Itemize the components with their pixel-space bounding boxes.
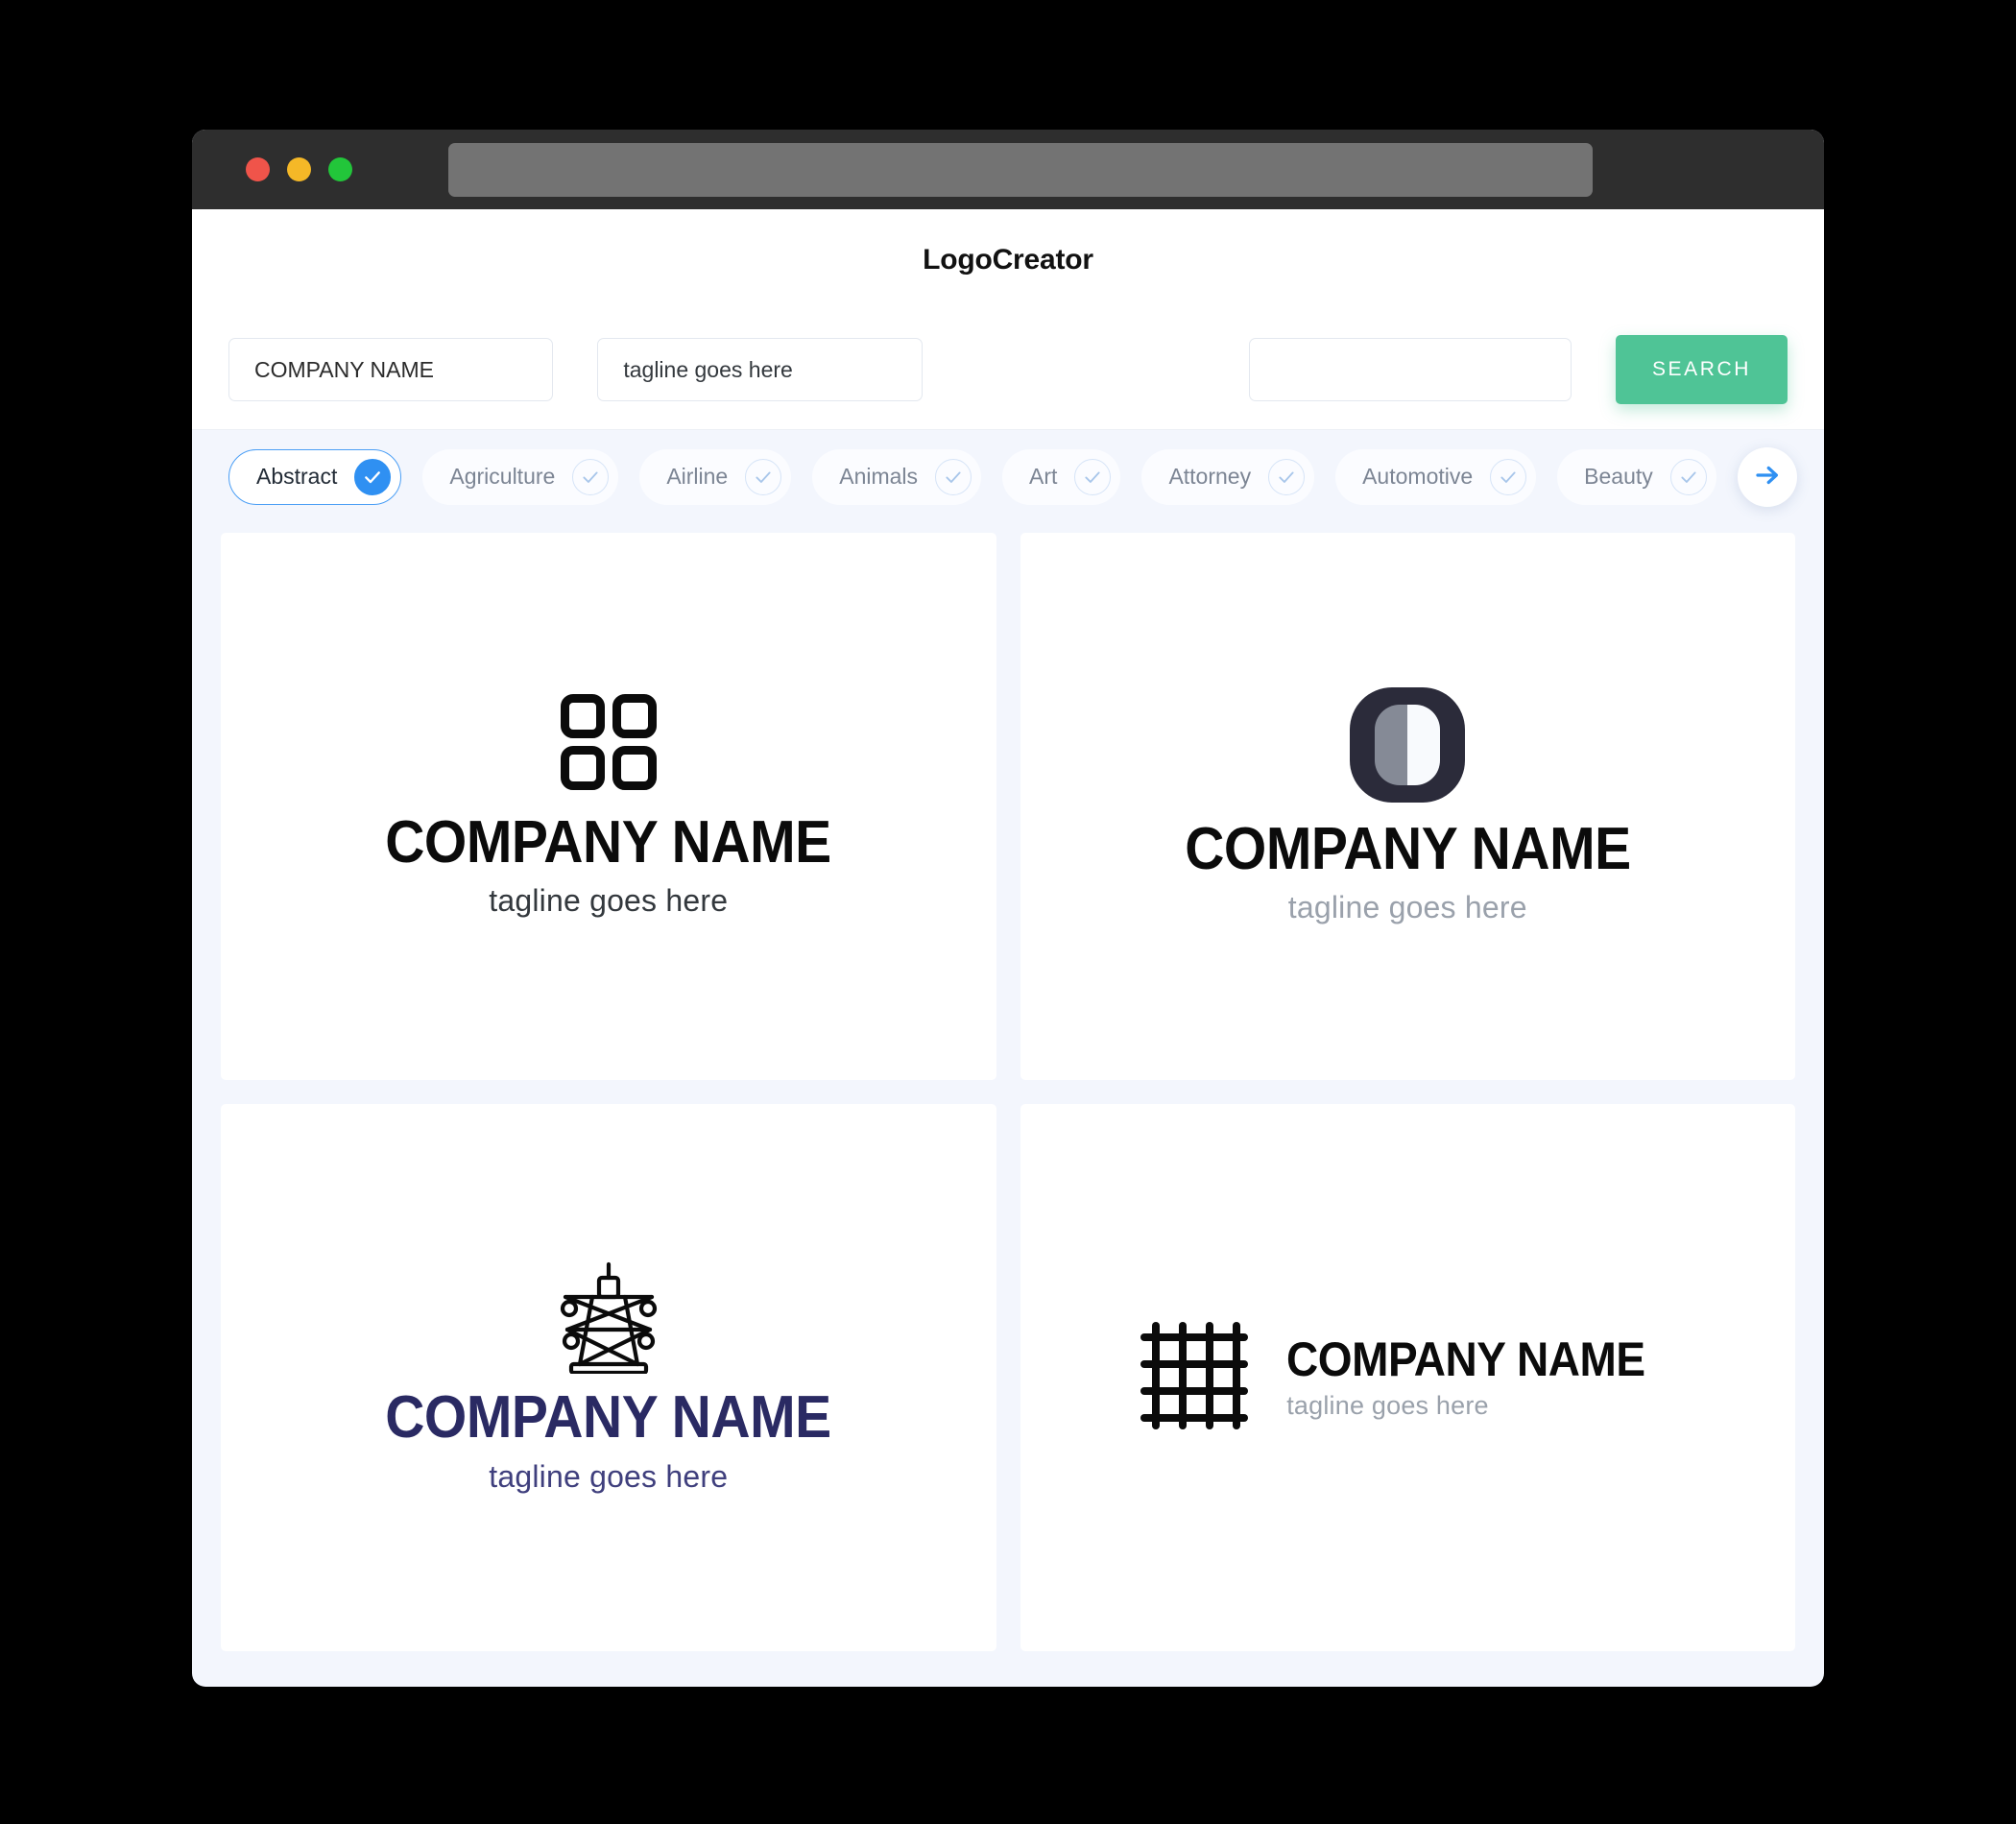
check-icon — [1490, 458, 1527, 495]
transmission-tower-icon — [546, 1260, 671, 1379]
grid-lattice-icon — [1139, 1320, 1250, 1436]
category-chip-art[interactable]: Art — [1002, 448, 1121, 505]
logo-results-grid: COMPANY NAME tagline goes here COMPANY N… — [192, 523, 1824, 1680]
logo-card[interactable]: COMPANY NAME tagline goes here — [1020, 1104, 1795, 1651]
chip-label: Art — [1029, 464, 1058, 489]
tagline-input[interactable]: tagline goes here — [597, 338, 923, 401]
logo-company-name: COMPANY NAME — [385, 808, 832, 876]
minimize-button[interactable] — [287, 157, 311, 181]
search-button[interactable]: SEARCH — [1616, 335, 1788, 404]
chip-label: Agriculture — [449, 464, 556, 489]
company-name-input[interactable]: COMPANY NAME — [228, 338, 554, 401]
category-chip-airline[interactable]: Airline — [639, 448, 792, 505]
window-controls — [246, 157, 352, 181]
logo-company-name: COMPANY NAME — [385, 1384, 832, 1452]
close-button[interactable] — [246, 157, 270, 181]
check-icon — [935, 458, 972, 495]
category-filter-bar: Abstract Agriculture Airline Animals Art — [192, 430, 1824, 523]
logo-company-name: COMPANY NAME — [1184, 815, 1631, 882]
chip-label: Beauty — [1584, 464, 1653, 489]
category-chip-attorney[interactable]: Attorney — [1141, 448, 1315, 505]
check-icon — [572, 458, 610, 495]
page-title: LogoCreator — [923, 243, 1093, 276]
browser-window: LogoCreator COMPANY NAME tagline goes he… — [192, 130, 1824, 1687]
logo-card[interactable]: COMPANY NAME tagline goes here — [1020, 533, 1795, 1080]
arrow-right-icon — [1753, 461, 1782, 492]
check-icon — [1074, 458, 1112, 495]
logo-tagline: tagline goes here — [489, 1458, 729, 1494]
logo-tagline: tagline goes here — [1287, 890, 1527, 925]
chip-label: Automotive — [1362, 464, 1474, 489]
chip-label: Abstract — [256, 464, 338, 489]
logo-tagline: tagline goes here — [489, 883, 729, 919]
logo-company-name: COMPANY NAME — [1286, 1332, 1645, 1387]
logo-tagline: tagline goes here — [1286, 1390, 1489, 1420]
check-icon — [745, 458, 782, 495]
keyword-input[interactable] — [1248, 338, 1572, 401]
check-icon — [1268, 458, 1306, 495]
four-rounded-squares-icon — [560, 693, 657, 790]
app-header: LogoCreator — [192, 209, 1824, 310]
address-bar[interactable] — [448, 142, 1593, 197]
search-toolbar: COMPANY NAME tagline goes here SEARCH — [192, 310, 1824, 430]
categories-next-button[interactable] — [1738, 446, 1797, 507]
split-circle-icon — [1350, 686, 1466, 803]
category-chip-automotive[interactable]: Automotive — [1335, 448, 1537, 505]
logo-card[interactable]: COMPANY NAME tagline goes here — [221, 533, 996, 1080]
chip-label: Airline — [666, 464, 729, 489]
logo-card[interactable]: COMPANY NAME tagline goes here — [221, 1104, 996, 1651]
check-icon — [354, 458, 392, 495]
chip-label: Attorney — [1168, 464, 1252, 489]
category-chip-agriculture[interactable]: Agriculture — [422, 448, 619, 505]
check-icon — [1669, 458, 1707, 495]
category-chip-animals[interactable]: Animals — [812, 448, 982, 505]
browser-titlebar — [192, 130, 1824, 209]
maximize-button[interactable] — [328, 157, 352, 181]
chip-label: Animals — [839, 464, 919, 489]
category-chip-abstract[interactable]: Abstract — [228, 448, 402, 505]
category-chip-beauty[interactable]: Beauty — [1557, 448, 1716, 505]
